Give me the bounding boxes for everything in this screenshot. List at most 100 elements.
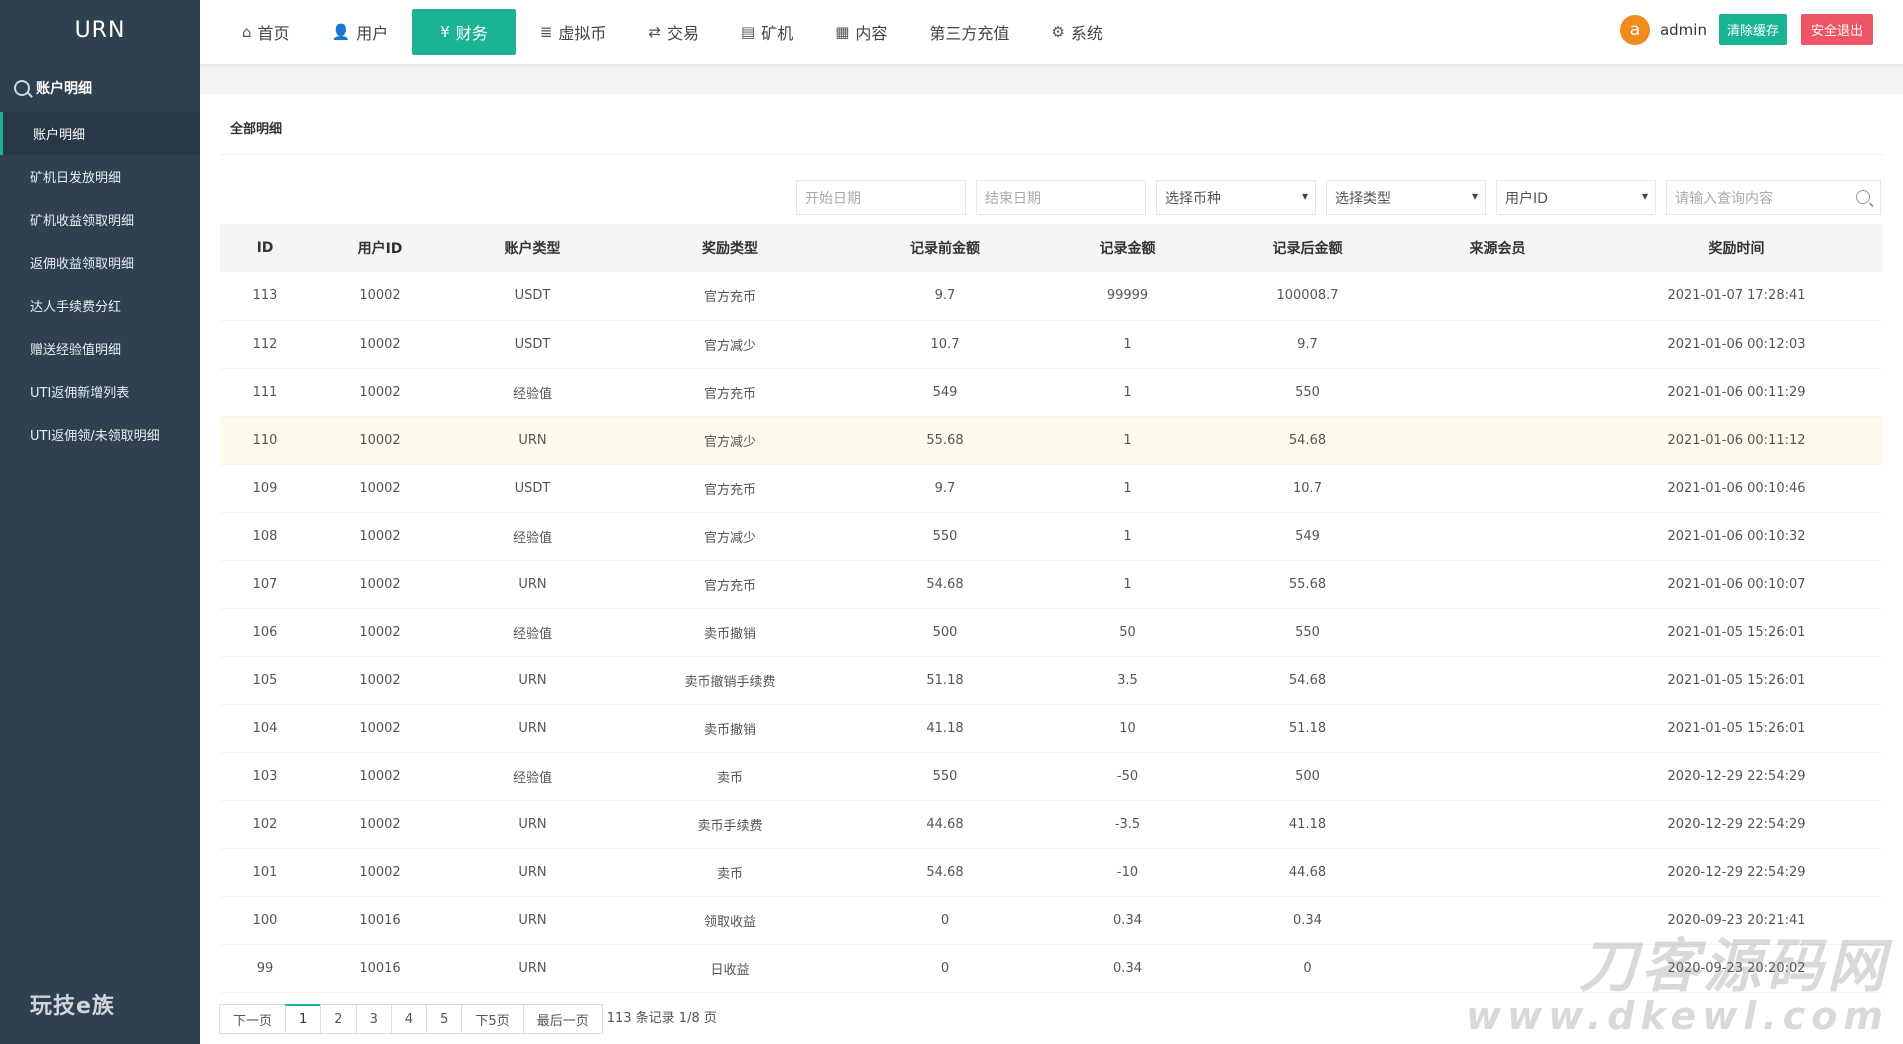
logout-button[interactable]: 安全退出 [1800,14,1873,45]
table-cell: 44.68 [845,800,1045,849]
username[interactable]: admin [1660,21,1707,39]
table-row[interactable]: 106 10002 经验值 卖币撤销 500 50 550 2021-01-05 15:26:… [220,608,1883,657]
column-header: 账户类型 [450,224,615,272]
nav-item[interactable]: ⌂ 首页 [224,9,308,55]
nav-item[interactable]: ▦ 内容 [817,9,905,55]
page-number-button[interactable]: 1 [285,1004,322,1034]
table-cell: 103 [220,752,310,801]
table-cell: 2021-01-07 17:28:41 [1590,272,1883,321]
user-area: a admin 清除缓存 安全退出 [1619,14,1873,45]
database-icon: ≣ [539,23,553,41]
table-row[interactable]: 107 10002 URN 官方充币 54.68 1 55.68 2021-01-06 00:… [220,560,1883,609]
table-cell: 0.34 [1210,896,1405,945]
table-cell: 10002 [310,512,450,561]
page-number-button[interactable]: 4 [390,1004,428,1034]
prev-page-button[interactable]: 下一页 [219,1004,287,1034]
clear-cache-button[interactable]: 清除缓存 [1718,14,1787,45]
sidebar-item[interactable]: 矿机收益领取明细 [0,198,200,241]
table-cell: 10002 [310,848,450,897]
table-cell: 10002 [310,320,450,369]
table-row[interactable]: 108 10002 经验值 官方减少 550 1 549 2021-01-06 00:10:3… [220,512,1883,561]
table-cell: 100 [220,896,310,945]
top-navbar: ⌂ 首页 👤 用户 ¥ 财务 ≣ 虚拟币 ⇄ 交易 ▤ 矿机 ▦ 内容 第三方充值 ⚙ 系统 a admin 清… [200,0,1903,64]
table-cell [1405,704,1590,753]
start-date-input[interactable]: 开始日期 [796,180,966,215]
nav-item[interactable]: ⇄ 交易 [630,9,717,55]
nav-item[interactable]: ¥ 财务 [412,9,516,55]
column-header: 用户ID [310,224,450,272]
next-five-pages-button[interactable]: 下5页 [461,1004,524,1034]
table-cell: 2021-01-06 00:11:12 [1590,416,1883,465]
sidebar-item[interactable]: 赠送经验值明细 [0,327,200,370]
nav-item[interactable]: ▤ 矿机 [723,9,811,55]
search-input[interactable]: 请输入查询内容 [1666,180,1881,215]
table-row[interactable]: 109 10002 USDT 官方充币 9.7 1 10.7 2021-01-06 00:10… [220,464,1883,513]
table-cell: 官方减少 [615,320,845,369]
table-cell: 1 [1045,416,1210,465]
nav-item[interactable]: 👤 用户 [314,9,407,55]
table-cell: 3.5 [1045,656,1210,705]
table-cell: 9.7 [845,272,1045,321]
table-row[interactable]: 113 10002 USDT 官方充币 9.7 99999 100008.7 2021-01-… [220,272,1883,321]
sidebar-item[interactable]: 矿机日发放明细 [0,155,200,198]
finance-icon: ¥ [440,23,450,41]
table-row[interactable]: 104 10002 URN 卖币撤销 41.18 10 51.18 2021-01-05 15… [220,704,1883,753]
nav-item-label: 矿机 [761,24,794,43]
table-cell: 550 [1210,608,1405,657]
table-cell: URN [450,656,615,705]
sidebar-item[interactable]: UTI返佣领/未领取明细 [0,413,200,456]
table-cell: 111 [220,368,310,417]
table-cell: 10.7 [845,320,1045,369]
divider [220,154,1883,155]
filter-bar: 开始日期 结束日期 选择币种 选择类型 用户ID 请输入查询内容 [786,180,1881,215]
user-id-select[interactable]: 用户ID [1496,180,1656,215]
page-number-button[interactable]: 5 [426,1004,463,1034]
table-cell: 10002 [310,416,450,465]
table-cell: 10002 [310,368,450,417]
column-header: 奖励时间 [1590,224,1883,272]
table-cell: 54.68 [1210,416,1405,465]
table-body: 113 10002 USDT 官方充币 9.7 99999 100008.7 2021-01-… [220,272,1883,993]
table-cell: 55.68 [845,416,1045,465]
table-row[interactable]: 110 10002 URN 官方减少 55.68 1 54.68 2021-01-06 00:… [220,416,1883,465]
table-cell: 2020-12-29 22:54:29 [1590,752,1883,801]
sidebar-item[interactable]: 返佣收益领取明细 [0,241,200,284]
nav-item[interactable]: ≣ 虚拟币 [522,9,625,55]
table-cell: 官方减少 [615,512,845,561]
page-number-button[interactable]: 3 [355,1004,392,1034]
table-cell: 54.68 [1210,656,1405,705]
table-cell: 44.68 [1210,848,1405,897]
nav-item[interactable]: 第三方充值 [911,9,1027,55]
page-title: 全部明细 [230,122,283,137]
page-number-button[interactable]: 2 [320,1004,357,1034]
search-icon[interactable] [1856,190,1870,204]
table-row[interactable]: 102 10002 URN 卖币手续费 44.68 -3.5 41.18 2020-12-29… [220,800,1883,849]
sidebar-item[interactable]: UTI返佣新增列表 [0,370,200,413]
nav-item-label: 交易 [666,24,699,43]
table-cell: 1 [1045,320,1210,369]
table-cell [1405,416,1590,465]
last-page-button[interactable]: 最后一页 [522,1004,603,1034]
sidebar-item[interactable]: 账户明细 [0,112,200,155]
records-table: ID 用户ID 账户类型 奖励类型 记录前金额 记录金额 记录后金额 来源会员 奖励时间 113… [220,224,1883,993]
table-row[interactable]: 105 10002 URN 卖币撤销手续费 51.18 3.5 54.68 2021-01-0… [220,656,1883,705]
currency-select[interactable]: 选择币种 [1156,180,1316,215]
table-cell: 10002 [310,272,450,321]
server-icon: ▤ [741,23,756,41]
table-row[interactable]: 101 10002 URN 卖币 54.68 -10 44.68 2020-12-29 22:… [220,848,1883,897]
nav-item-label: 虚拟币 [558,24,607,43]
avatar[interactable]: a [1619,14,1650,45]
sidebar-item[interactable]: 达人手续费分红 [0,284,200,327]
table-row[interactable]: 112 10002 USDT 官方减少 10.7 1 9.7 2021-01-06 00:12… [220,320,1883,369]
column-header: 来源会员 [1405,224,1590,272]
table-row[interactable]: 111 10002 经验值 官方充币 549 1 550 2021-01-06 00:11:2… [220,368,1883,417]
watermark: 刀客源码网 www.dkewl.com [1466,936,1889,1036]
sidebar: URN 账户明细 账户明细 矿机日发放明细 矿机收益领取明细 返佣收益领取明细 达人手续… [0,0,200,1044]
table-cell: 2021-01-05 15:26:01 [1590,704,1883,753]
nav-item[interactable]: ⚙ 系统 [1033,9,1120,55]
type-select[interactable]: 选择类型 [1326,180,1486,215]
table-row[interactable]: 103 10002 经验值 卖币 550 -50 500 2020-12-29 22:54:2… [220,752,1883,801]
end-date-input[interactable]: 结束日期 [976,180,1146,215]
table-cell: 1 [1045,512,1210,561]
sidebar-section-header[interactable]: 账户明细 [0,64,200,112]
